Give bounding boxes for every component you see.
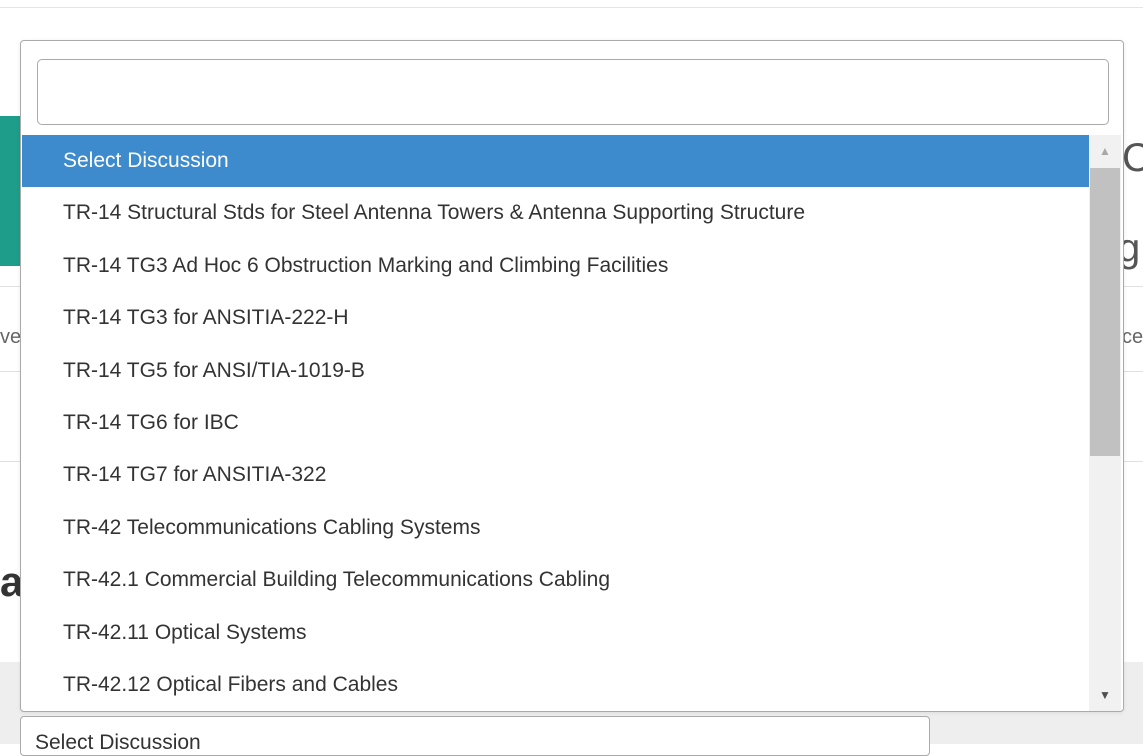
- nav-item-fragment-right[interactable]: ce: [1122, 326, 1143, 349]
- dropdown-option[interactable]: TR-42 Telecommunications Cabling Systems: [22, 502, 1091, 554]
- scroll-up-icon[interactable]: ▲: [1089, 135, 1121, 167]
- dropdown-option[interactable]: TR-14 TG6 for IBC: [22, 397, 1091, 449]
- scroll-down-icon[interactable]: ▼: [1089, 679, 1121, 711]
- dropdown-option[interactable]: TR-42.1 Commercial Building Telecommunic…: [22, 554, 1091, 606]
- dropdown-option[interactable]: TR-14 Structural Stds for Steel Antenna …: [22, 187, 1091, 239]
- dropdown-option[interactable]: TR-42.12 Optical Fibers and Cables: [22, 659, 1091, 711]
- scrollbar-thumb[interactable]: [1090, 168, 1120, 456]
- discussion-select-value: Select Discussion: [35, 731, 201, 754]
- dropdown-options-list: Select Discussion TR-14 Structural Stds f…: [22, 135, 1091, 711]
- dropdown-search-input[interactable]: [37, 59, 1109, 125]
- dropdown-option[interactable]: TR-14 TG5 for ANSI/TIA-1019-B: [22, 345, 1091, 397]
- dropdown-option[interactable]: TR-14 TG3 Ad Hoc 6 Obstruction Marking a…: [22, 240, 1091, 292]
- dropdown-scrollbar[interactable]: ▲ ▼: [1089, 135, 1121, 711]
- dropdown-option[interactable]: TR-42.11 Optical Systems: [22, 607, 1091, 659]
- dropdown-option[interactable]: Select Discussion: [22, 135, 1091, 188]
- site-logo: [0, 116, 22, 266]
- dropdown-option[interactable]: TR-14 TG7 for ANSITIA-322: [22, 449, 1091, 501]
- discussion-dropdown: Select Discussion TR-14 Structural Stds f…: [20, 40, 1124, 712]
- nav-item-fragment-left[interactable]: ve: [0, 326, 21, 349]
- dropdown-option[interactable]: TR-14 TG3 for ANSITIA-222-H: [22, 292, 1091, 344]
- discussion-select[interactable]: Select Discussion: [20, 716, 930, 756]
- page-heading-fragment: C: [1122, 136, 1143, 180]
- top-divider: [0, 7, 1143, 8]
